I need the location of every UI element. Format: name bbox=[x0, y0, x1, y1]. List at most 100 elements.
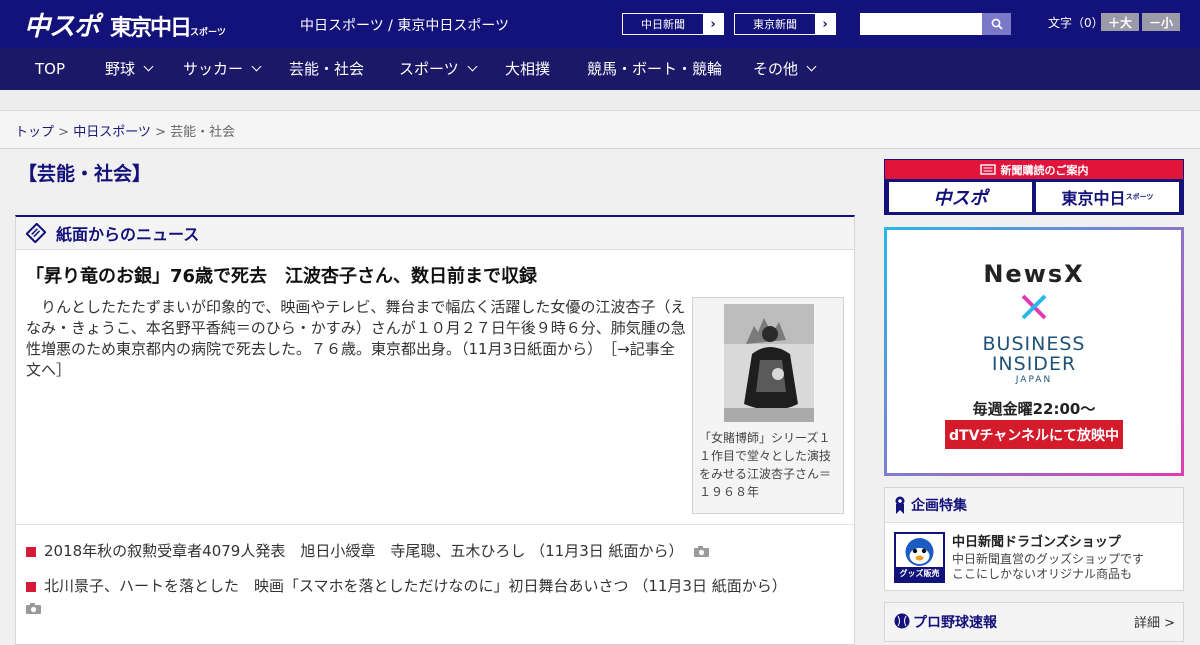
nav-item-label: スポーツ bbox=[399, 60, 459, 78]
baseball-heading: プロ野球速報 bbox=[913, 615, 997, 631]
feature-box: 企画特集 グッズ販売中 中日新聞ドラゴンズショップ 中日新聞直営のグッズショップ… bbox=[884, 487, 1184, 591]
chevron-down-icon bbox=[251, 61, 262, 72]
breadcrumb-separator: > bbox=[54, 125, 74, 140]
nav-item-top[interactable]: TOP bbox=[35, 48, 65, 90]
divider bbox=[16, 524, 854, 525]
ad-band bbox=[0, 90, 1200, 111]
newspaper-icon bbox=[979, 164, 996, 175]
ad-content: NewsX BUSINESS INSIDER JAPAN 毎週金曜22:00〜 … bbox=[887, 230, 1181, 473]
top-story-headline[interactable]: 「昇り竜のお銀」76歳で死去 江波杏子さん、数日前まで収録 bbox=[26, 262, 537, 288]
baseball-icon bbox=[894, 613, 910, 629]
subscription-box: 新聞購読のご案内 中スポ 東京中日 スポーツ bbox=[884, 159, 1184, 215]
ad-name-line2: INSIDER bbox=[991, 353, 1077, 375]
feature-description: 中日新聞直営のグッズショップです ここにしかないオリジナル商品も bbox=[952, 552, 1144, 582]
newspaper-icon bbox=[26, 223, 46, 243]
breadcrumb-top[interactable]: トップ bbox=[15, 125, 54, 140]
ad-country: JAPAN bbox=[1015, 375, 1053, 385]
nav-item-label: その他 bbox=[753, 60, 799, 78]
search-input[interactable] bbox=[860, 13, 982, 35]
baseball-scores-box: プロ野球速報 詳細 > bbox=[884, 602, 1184, 642]
ext-link-label: 東京新聞 bbox=[753, 18, 797, 31]
news-item-date: （11月3日 紙面から） bbox=[530, 542, 684, 560]
nav-item-sumo[interactable]: 大相撲 bbox=[505, 48, 550, 90]
newspaper-news-panel: 紙面からのニュース 「昇り竜のお銀」76歳で死去 江波杏子さん、数日前まで収録 … bbox=[15, 215, 855, 645]
search-icon bbox=[991, 18, 1003, 30]
panel-title: 紙面からのニュース bbox=[56, 225, 200, 244]
dragons-shop-thumbnail[interactable]: グッズ販売中 bbox=[894, 532, 945, 583]
breadcrumb: トップ > 中日スポーツ > 芸能・社会 bbox=[0, 111, 1200, 149]
feature-desc-line: ここにしかないオリジナル商品も bbox=[952, 567, 1133, 581]
font-size-label: 文字（0） bbox=[1048, 16, 1104, 30]
ad-schedule: 毎週金曜22:00〜 bbox=[972, 400, 1096, 418]
cross-icon bbox=[1021, 294, 1047, 320]
tokyo-chunichi-logo-small: スポーツ bbox=[190, 27, 226, 37]
tokyo-chunichi-logo[interactable]: 東京中日スポーツ bbox=[110, 10, 226, 42]
font-larger-button[interactable]: ＋大 bbox=[1101, 13, 1139, 31]
feature-header: 企画特集 bbox=[885, 488, 1183, 523]
nav-item-entertainment[interactable]: 芸能・社会 bbox=[289, 48, 364, 90]
subscribe-logo-text: 東京中日 bbox=[1061, 189, 1126, 208]
bullet-icon bbox=[26, 547, 36, 557]
top-header: 中スポ 東京中日スポーツ 中日スポーツ / 東京中日スポーツ 中日新聞 › 東京… bbox=[0, 0, 1200, 48]
nav-item-label: 芸能・社会 bbox=[289, 60, 365, 78]
subscription-heading-text: 新聞購読のご案内 bbox=[1000, 163, 1089, 177]
advertisement[interactable]: NewsX BUSINESS INSIDER JAPAN 毎週金曜22:00〜 … bbox=[884, 227, 1184, 476]
news-list-item[interactable]: 2018年秋の叙勲受章者4079人発表 旭日小綬章 寺尾聰、五木ひろし （11月… bbox=[26, 540, 710, 561]
photo-caption: 「女賭博師」シリーズ１１作目で堂々とした演技をみせる江波杏子さん＝１９６８年 bbox=[699, 431, 832, 499]
shop-badge: グッズ販売中 bbox=[896, 567, 943, 581]
ad-brand: NewsX bbox=[983, 260, 1085, 288]
top-story-lead-text: りんとしたたたずまいが印象的で、映画やテレビ、舞台まで幅広く活躍した女優の江波杏… bbox=[26, 298, 686, 358]
top-story-lead: りんとしたたたずまいが印象的で、映画やテレビ、舞台まで幅広く活躍した女優の江波杏… bbox=[26, 297, 686, 381]
news-item-text: 2018年秋の叙勲受章者4079人発表 旭日小綬章 寺尾聰、五木ひろし bbox=[44, 542, 526, 560]
feature-title[interactable]: 中日新聞ドラゴンズショップ bbox=[952, 531, 1121, 550]
tokyo-chunichi-logo-text: 東京中日 bbox=[110, 15, 192, 40]
ad-cta-button[interactable]: dTVチャンネルにて放映中 bbox=[945, 420, 1123, 449]
news-item-text: 北川景子、ハートを落とした 映画「スマホを落としただけなのに」初日舞台あいさつ bbox=[44, 577, 629, 595]
chevron-down-icon bbox=[143, 61, 154, 72]
search-button[interactable] bbox=[982, 13, 1011, 35]
camera-icon bbox=[26, 603, 41, 614]
site-links[interactable]: 中日スポーツ / 東京中日スポーツ bbox=[300, 15, 509, 35]
chevron-down-icon bbox=[806, 61, 817, 72]
chevron-right-icon: › bbox=[815, 14, 835, 34]
bullet-icon bbox=[26, 582, 36, 592]
ad-name: BUSINESS INSIDER bbox=[887, 334, 1181, 374]
page-title: 【芸能・社会】 bbox=[18, 163, 152, 185]
breadcrumb-separator: > bbox=[150, 125, 171, 140]
nav-item-label: 野球 bbox=[105, 60, 136, 78]
top-story-photo-box: 「女賭博師」シリーズ１１作目で堂々とした演技をみせる江波杏子さん＝１９６８年 bbox=[692, 297, 844, 514]
nav-item-sports[interactable]: スポーツ bbox=[399, 48, 478, 90]
main-nav: TOP 野球 サッカー 芸能・社会 スポーツ 大相撲 競馬・ボート・競輪 その他 bbox=[0, 48, 1200, 90]
nav-item-racing[interactable]: 競馬・ボート・競輪 bbox=[587, 48, 722, 90]
news-list-item[interactable]: 北川景子、ハートを落とした 映画「スマホを落としただけなのに」初日舞台あいさつ … bbox=[26, 575, 846, 619]
nav-item-label: 大相撲 bbox=[505, 60, 551, 78]
news-item-date: （11月3日 紙面から） bbox=[633, 577, 787, 595]
ext-link-label: 中日新聞 bbox=[641, 18, 685, 31]
ribbon-icon bbox=[895, 496, 905, 514]
nav-item-soccer[interactable]: サッカー bbox=[183, 48, 262, 90]
nav-item-label: TOP bbox=[35, 60, 66, 78]
chevron-right-icon: › bbox=[703, 14, 723, 34]
subscription-heading: 新聞購読のご案内 bbox=[885, 160, 1183, 179]
chunichi-shimbun-link[interactable]: 中日新聞 › bbox=[622, 13, 724, 35]
subscribe-tokyo-chunichi[interactable]: 東京中日 スポーツ bbox=[1036, 182, 1179, 212]
nav-item-label: 競馬・ボート・競輪 bbox=[587, 60, 723, 78]
ad-name-line1: BUSINESS bbox=[982, 333, 1086, 355]
baseball-detail-link[interactable]: 詳細 > bbox=[1134, 612, 1175, 631]
chunichi-sports-logo[interactable]: 中スポ bbox=[24, 6, 100, 43]
nav-item-label: サッカー bbox=[183, 60, 244, 78]
nav-item-other[interactable]: その他 bbox=[753, 48, 817, 90]
nav-item-baseball[interactable]: 野球 bbox=[105, 48, 154, 90]
breadcrumb-current: 芸能・社会 bbox=[170, 125, 236, 140]
panel-header: 紙面からのニュース bbox=[16, 217, 854, 250]
breadcrumb-chunichi-sports[interactable]: 中日スポーツ bbox=[73, 125, 151, 140]
font-smaller-button[interactable]: －小 bbox=[1142, 13, 1180, 31]
subscribe-logo-small: スポーツ bbox=[1125, 193, 1154, 201]
subscribe-chunichi-sports[interactable]: 中スポ bbox=[889, 182, 1032, 212]
feature-desc-line: 中日新聞直営のグッズショップです bbox=[952, 552, 1145, 566]
chevron-down-icon bbox=[467, 61, 478, 72]
tokyo-shimbun-link[interactable]: 東京新聞 › bbox=[734, 13, 836, 35]
camera-icon bbox=[694, 546, 710, 557]
feature-heading: 企画特集 bbox=[911, 498, 967, 514]
top-story-photo[interactable] bbox=[724, 304, 814, 422]
